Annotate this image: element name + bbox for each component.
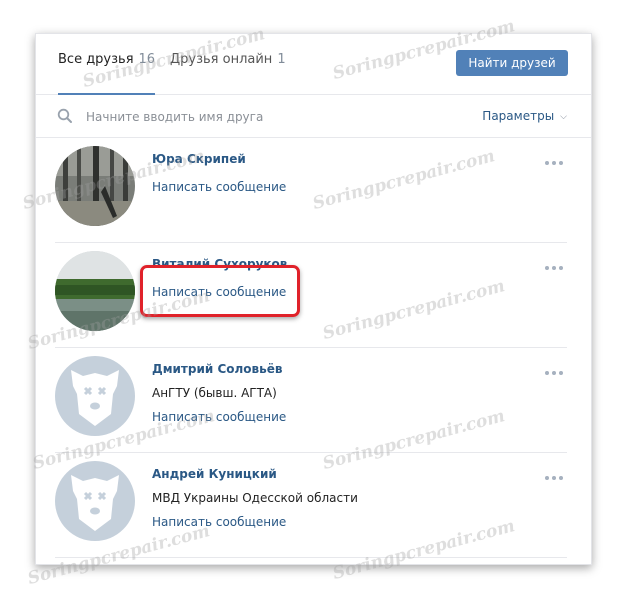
- tab-friends-online[interactable]: Друзья онлайн 1: [170, 52, 286, 67]
- highlight-frame: [140, 265, 300, 317]
- write-message-link[interactable]: Написать сообщение: [152, 410, 286, 424]
- avatar[interactable]: [55, 461, 135, 541]
- more-options-icon[interactable]: [545, 255, 567, 270]
- find-friends-button[interactable]: Найти друзей: [456, 50, 568, 76]
- more-options-icon[interactable]: [545, 150, 567, 165]
- friend-name[interactable]: Дмитрий Соловьёв: [152, 362, 282, 376]
- friends-panel: Все друзья 16 Друзья онлайн 1 Найти друзей…: [35, 33, 592, 565]
- tab-all-friends-count: 16: [138, 52, 156, 67]
- search-bar: Параметры ⌵: [36, 95, 591, 138]
- friend-name[interactable]: Юра Скрипей: [152, 152, 246, 166]
- tab-all-friends[interactable]: Все друзья 16: [58, 52, 156, 95]
- default-avatar-icon: [55, 356, 135, 436]
- search-icon: [57, 108, 72, 123]
- search-input[interactable]: [84, 105, 418, 129]
- avatar[interactable]: [55, 356, 135, 436]
- friend-row: Юра Скрипей Написать сообщение: [55, 138, 567, 243]
- friend-row: Андрей Куницкий МВД Украины Одесской обл…: [55, 453, 567, 558]
- tab-all-friends-label: Все друзья: [58, 52, 134, 67]
- default-avatar-icon: [55, 461, 135, 541]
- friends-tabs: Все друзья 16 Друзья онлайн 1 Найти друзей: [36, 34, 591, 95]
- tab-friends-online-count: 1: [277, 52, 286, 67]
- avatar[interactable]: [55, 146, 135, 226]
- chevron-down-icon: ⌵: [560, 111, 567, 122]
- friend-row: Виталий Сухоруков Написать сообщение: [55, 243, 567, 348]
- friend-subtitle: АнГТУ (бывш. АГТА): [152, 386, 277, 400]
- write-message-link[interactable]: Написать сообщение: [152, 180, 286, 194]
- tab-friends-online-label: Друзья онлайн: [170, 52, 273, 67]
- avatar[interactable]: [55, 251, 135, 331]
- friend-name[interactable]: Андрей Куницкий: [152, 467, 277, 481]
- more-options-icon[interactable]: [545, 360, 567, 375]
- friend-subtitle: МВД Украины Одесской области: [152, 491, 358, 505]
- write-message-link[interactable]: Написать сообщение: [152, 515, 286, 529]
- parameters-label: Параметры: [482, 109, 555, 123]
- more-options-icon[interactable]: [545, 465, 567, 480]
- parameters-dropdown[interactable]: Параметры ⌵: [482, 109, 567, 123]
- friend-row: Дмитрий Соловьёв АнГТУ (бывш. АГТА) Напи…: [55, 348, 567, 453]
